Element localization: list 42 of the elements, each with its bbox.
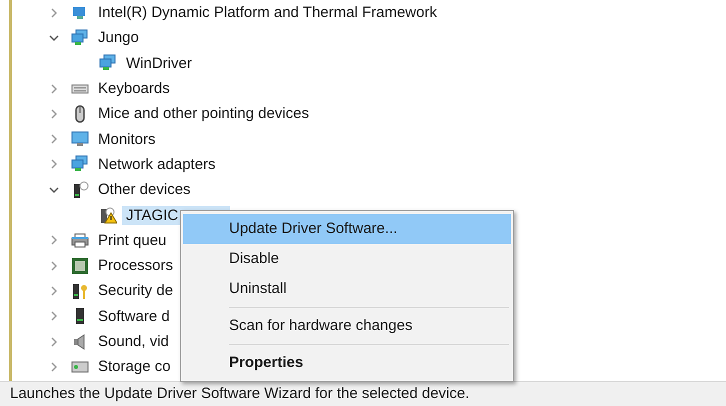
- monitor-icon: [71, 130, 89, 148]
- menu-item[interactable]: Uninstall: [183, 274, 511, 304]
- menu-item[interactable]: Properties: [183, 348, 511, 378]
- menu-item[interactable]: Update Driver Software...: [183, 214, 511, 244]
- menu-item[interactable]: Scan for hardware changes: [183, 311, 511, 341]
- expand-chevron-icon[interactable]: [49, 336, 59, 346]
- tree-item[interactable]: Intel(R) Dynamic Platform and Thermal Framework: [94, 3, 441, 22]
- tree-item[interactable]: Processors: [94, 256, 178, 276]
- expand-chevron-icon[interactable]: [49, 286, 59, 296]
- tree-item[interactable]: Monitors: [94, 130, 160, 149]
- tree-item[interactable]: Jungo: [94, 28, 143, 48]
- expand-chevron-icon[interactable]: [49, 260, 59, 271]
- key-icon: [71, 282, 89, 300]
- menu-item[interactable]: Disable: [183, 244, 511, 274]
- tree-item[interactable]: Other devices: [94, 180, 195, 200]
- expand-chevron-icon[interactable]: [49, 311, 59, 322]
- tree-item[interactable]: Network adapters: [94, 154, 220, 174]
- tree-item[interactable]: Sound, vid: [94, 332, 173, 351]
- tree-item[interactable]: Software d: [94, 306, 174, 326]
- tree-item[interactable]: Security de: [94, 281, 178, 300]
- expand-chevron-icon[interactable]: [49, 235, 59, 246]
- tree-item[interactable]: Storage co: [94, 357, 175, 376]
- expand-chevron-icon[interactable]: [49, 134, 59, 144]
- device-question-icon: [71, 180, 89, 199]
- tree-item[interactable]: WinDriver: [122, 54, 196, 73]
- tree-item[interactable]: Keyboards: [94, 79, 174, 98]
- expand-chevron-icon[interactable]: [49, 84, 59, 94]
- expand-chevron-icon[interactable]: [49, 8, 59, 18]
- expand-chevron-icon[interactable]: [49, 159, 59, 170]
- chip-icon: [71, 256, 89, 275]
- network-computers-icon: [71, 155, 89, 174]
- printer-icon: [71, 231, 89, 250]
- device-warning-icon: [99, 206, 117, 224]
- expand-chevron-icon[interactable]: [49, 108, 59, 119]
- network-computers-icon: [99, 54, 117, 72]
- status-bar: Launches the Update Driver Software Wizard for the selected device.: [0, 381, 726, 406]
- collapse-chevron-icon[interactable]: [49, 32, 59, 43]
- collapse-chevron-icon[interactable]: [49, 184, 59, 195]
- tree-item[interactable]: Mice and other pointing devices: [94, 104, 313, 124]
- expand-chevron-icon[interactable]: [49, 362, 59, 372]
- tree-item[interactable]: Print queu: [94, 230, 170, 250]
- network-computers-icon: [71, 28, 89, 47]
